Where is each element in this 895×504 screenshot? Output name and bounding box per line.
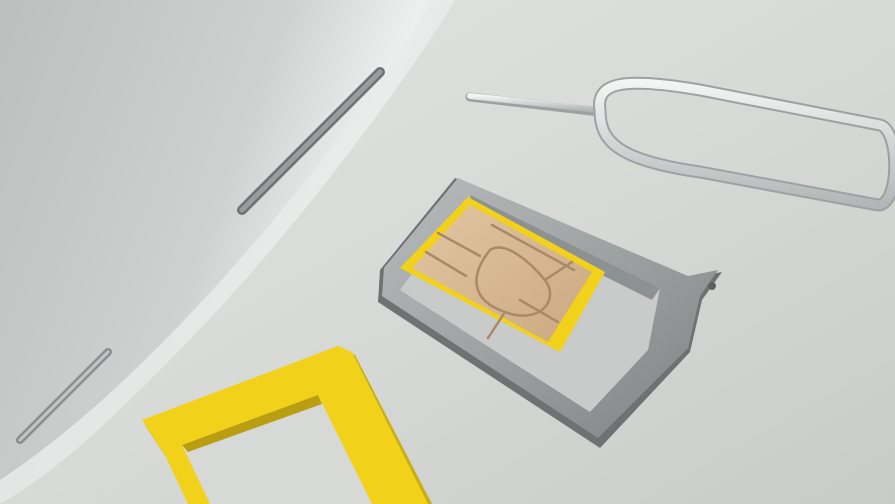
photo-scene: [0, 0, 895, 504]
